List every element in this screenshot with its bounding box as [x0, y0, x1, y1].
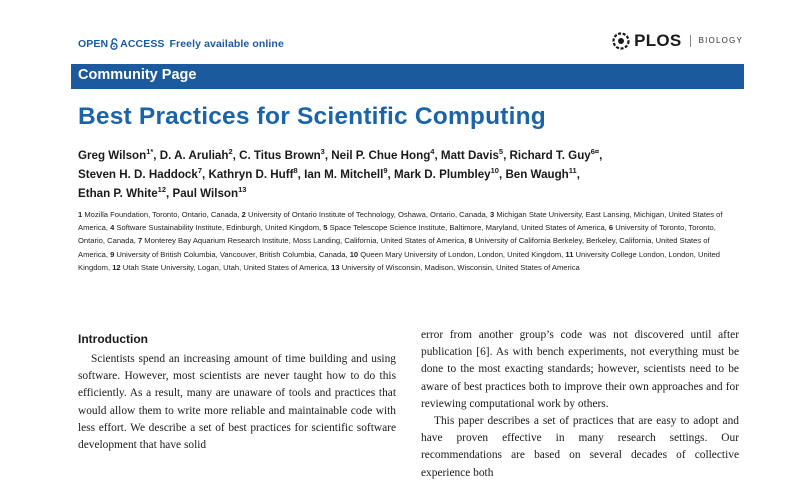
- author-affiliation-marker: 5: [498, 147, 504, 156]
- affiliation-text: University of Ontario Institute of Techn…: [248, 210, 490, 219]
- body-column-left: Scientists spend an increasing amount of…: [78, 351, 396, 454]
- author-affiliation-marker: 6¤: [590, 147, 600, 156]
- author-name[interactable]: Greg Wilson: [78, 149, 146, 162]
- affiliation-text: University of Wisconsin, Madison, Wiscon…: [341, 262, 580, 272]
- journal-logo[interactable]: PLOS BIOLOGY: [611, 31, 743, 51]
- author-name[interactable]: D. A. Aruliah: [160, 149, 229, 162]
- author-affiliation-marker: 11: [568, 166, 577, 175]
- intro-paragraph-1: Scientists spend an increasing amount of…: [78, 353, 396, 452]
- author-name[interactable]: Richard T. Guy: [510, 149, 591, 162]
- freely-available-label: Freely available online: [169, 38, 284, 50]
- section-label: Community Page: [78, 67, 197, 83]
- author-name[interactable]: Ethan P. White: [78, 187, 158, 200]
- affiliation-text: Software Sustainability Institute, Edinb…: [116, 223, 324, 233]
- introduction-heading: Introduction: [78, 332, 148, 346]
- author-name[interactable]: C. Titus Brown: [239, 149, 321, 162]
- body-column-right: error from another group’s code was not …: [421, 327, 739, 482]
- article-title: Best Practices for Scientific Computing: [78, 103, 546, 130]
- author-list: Greg Wilson1*, D. A. Aruliah2, C. Titus …: [78, 147, 603, 200]
- author-affiliation-marker: 7: [197, 166, 203, 175]
- author-affiliation-marker: 13: [238, 185, 247, 194]
- author-name[interactable]: Paul Wilson: [172, 187, 238, 200]
- affiliation-number: 12: [112, 262, 123, 272]
- author-affiliation-marker: 2: [228, 147, 233, 156]
- affiliation-number: 10: [349, 249, 361, 259]
- affiliation-text: Mozilla Foundation, Toronto, Ontario, Ca…: [84, 210, 242, 219]
- intro-paragraph-continued: error from another group’s code was not …: [421, 329, 739, 410]
- author-affiliation-marker: 12: [157, 185, 167, 194]
- section-bar: Community Page: [71, 64, 744, 89]
- author-name[interactable]: Steven H. D. Haddock: [78, 168, 198, 181]
- affiliation-number: 13: [331, 262, 342, 272]
- open-access-banner: OPEN ACCESS Freely available online: [78, 38, 284, 50]
- affiliation-text: Utah State University, Logan, Utah, Unit…: [122, 262, 332, 272]
- access-label: ACCESS: [120, 38, 165, 50]
- open-access-lock-icon: [110, 38, 118, 50]
- journal-name: BIOLOGY: [689, 35, 743, 47]
- author-affiliation-marker: 3: [320, 147, 325, 156]
- affiliation-text: Monterey Bay Aquarium Research Institute…: [144, 236, 469, 246]
- affiliation-number: 11: [565, 249, 576, 259]
- author-affiliation-marker: 8: [293, 166, 298, 175]
- plos-logo-icon: [612, 32, 630, 50]
- affiliation-text: Space Telescope Science Institute, Balti…: [329, 223, 609, 233]
- author-name[interactable]: Matt Davis: [441, 149, 499, 162]
- author-name[interactable]: Mark D. Plumbley: [394, 168, 491, 181]
- author-affiliation-marker: 9: [383, 166, 388, 175]
- author-name[interactable]: Ben Waugh: [505, 168, 568, 181]
- affiliation-text: Queen Mary University of London, London,…: [360, 249, 566, 259]
- open-label: OPEN: [78, 38, 109, 50]
- author-name[interactable]: Neil P. Chue Hong: [331, 149, 430, 162]
- author-affiliation-marker: 4: [430, 147, 435, 156]
- affiliation-text: University of British Columbia, Vancouve…: [116, 249, 350, 259]
- author-affiliation-marker: 10: [490, 166, 499, 175]
- plos-wordmark: PLOS: [634, 31, 682, 50]
- intro-paragraph-2: This paper describes a set of practices …: [421, 415, 739, 479]
- author-name[interactable]: Kathryn D. Huff: [208, 168, 293, 181]
- author-name[interactable]: Ian M. Mitchell: [304, 168, 383, 181]
- author-affiliation-marker: 1*: [146, 147, 154, 156]
- affiliations: 1 Mozilla Foundation, Toronto, Ontario, …: [78, 208, 740, 274]
